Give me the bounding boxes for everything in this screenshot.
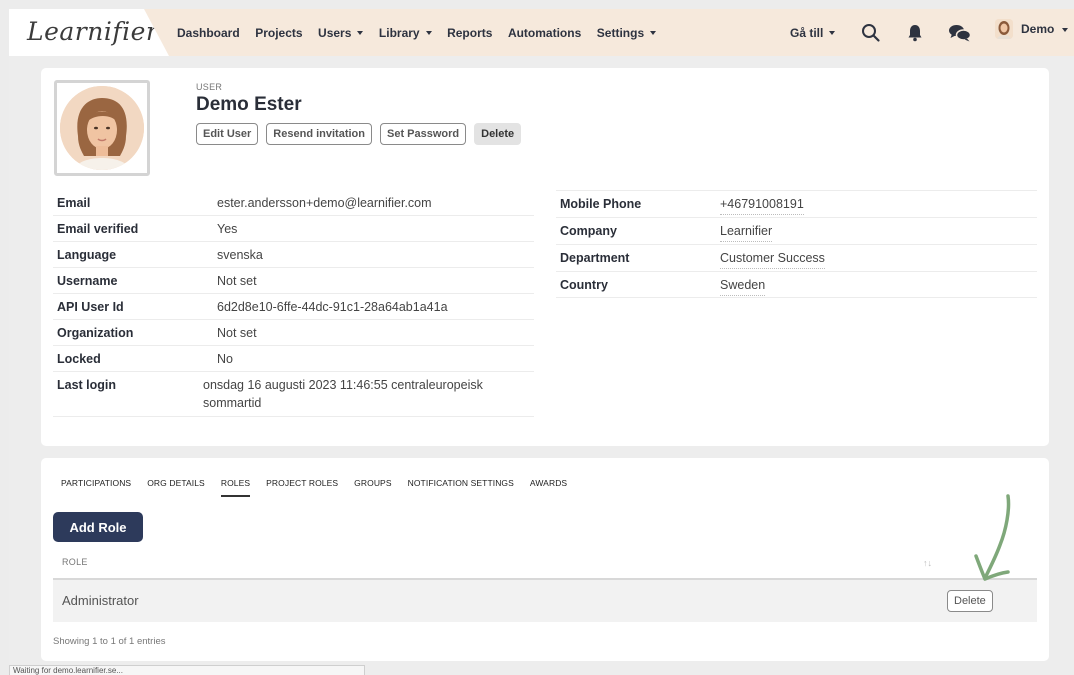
- user-menu[interactable]: Demo: [995, 19, 1069, 39]
- nav-dashboard[interactable]: Dashboard: [177, 26, 240, 40]
- detail-value: onsdag 16 augusti 2023 11:46:55 centrale…: [203, 378, 483, 410]
- resend-invitation-button[interactable]: Resend invitation: [266, 123, 372, 145]
- nav-automations[interactable]: Automations: [508, 26, 581, 40]
- detail-row-department: Department Customer Success: [556, 244, 1037, 271]
- nav-library[interactable]: Library: [379, 26, 432, 40]
- profile-photo-frame: [54, 80, 150, 176]
- detail-row-language: Language svenska: [53, 242, 534, 268]
- nav-library-label: Library: [378, 25, 420, 40]
- detail-label: Organization: [57, 326, 134, 340]
- chevron-down-icon: [829, 31, 836, 35]
- detail-row-locked: Locked No: [53, 346, 534, 372]
- chevron-down-icon: [1062, 27, 1069, 32]
- delete-role-button[interactable]: Delete: [947, 590, 993, 612]
- detail-row-email-verified: Email verified Yes: [53, 216, 534, 242]
- editable-detail-value[interactable]: Learnifier: [720, 222, 773, 242]
- add-role-button[interactable]: Add Role: [53, 512, 143, 542]
- table-row: Administrator Delete: [53, 580, 1037, 622]
- avatar: [995, 19, 1013, 39]
- user-profile-card: USER Demo Ester Edit User Resend invitat…: [41, 68, 1049, 446]
- nav-settings[interactable]: Settings: [596, 25, 657, 40]
- nav-right: Gå till: [790, 9, 836, 56]
- editable-detail-value[interactable]: Customer Success: [720, 249, 825, 269]
- chevron-down-icon: [357, 31, 364, 35]
- chevron-down-icon: [425, 31, 432, 35]
- detail-row-last-login: Last login onsdag 16 augusti 2023 11:46:5…: [53, 372, 534, 417]
- nav-settings-label: Settings: [596, 25, 645, 40]
- nav-automations-label: Automations: [507, 25, 582, 40]
- user-details-left: Email ester.andersson+demo@learnifier.com…: [53, 190, 534, 417]
- tab-bar: PARTICIPATIONS ORG DETAILS ROLES PROJECT…: [61, 478, 583, 497]
- set-password-button[interactable]: Set Password: [379, 123, 467, 145]
- detail-label: Mobile Phone: [560, 197, 642, 211]
- top-nav-bar: Learnifier Dashboard Projects Users Libr…: [9, 9, 1074, 56]
- sort-icon[interactable]: ↑↓: [923, 558, 932, 568]
- tab-project-roles[interactable]: PROJECT ROLES: [266, 478, 338, 497]
- section-label: USER: [196, 82, 223, 92]
- nav-dashboard-label: Dashboard: [177, 25, 240, 40]
- goto-label: Gå till: [790, 25, 824, 40]
- detail-row-company: Company Learnifier: [556, 217, 1037, 244]
- editable-detail-value[interactable]: +46791008191: [720, 195, 804, 215]
- nav-projects-label: Projects: [255, 25, 303, 40]
- user-menu-label: Demo: [1021, 22, 1055, 36]
- detail-row-mobile-phone: Mobile Phone +46791008191: [556, 190, 1037, 217]
- table-info: Showing 1 to 1 of 1 entries: [53, 636, 166, 647]
- nav-users-label: Users: [318, 25, 352, 40]
- user-tabs-card: PARTICIPATIONS ORG DETAILS ROLES PROJECT…: [41, 458, 1049, 661]
- detail-row-username: Username Not set: [53, 268, 534, 294]
- delete-user-button[interactable]: Delete: [474, 123, 522, 145]
- detail-label: Locked: [57, 352, 101, 366]
- detail-value: 6d2d8e10-6ffe-44dc-91c1-28a64ab1a41a: [217, 300, 448, 314]
- chat-icon[interactable]: [947, 22, 973, 44]
- detail-label: Department: [560, 251, 630, 265]
- detail-label: Email: [57, 196, 91, 210]
- role-cell: Administrator: [62, 593, 139, 608]
- learnifier-logo[interactable]: Learnifier: [27, 17, 158, 46]
- goto-menu[interactable]: Gå till: [790, 25, 836, 40]
- tab-groups[interactable]: GROUPS: [354, 478, 391, 497]
- bell-icon[interactable]: [904, 22, 926, 44]
- column-header-role[interactable]: ROLE: [62, 557, 88, 567]
- detail-value: Not set: [217, 274, 257, 288]
- page-title: Demo Ester: [196, 94, 302, 115]
- detail-value: svenska: [217, 248, 263, 262]
- detail-value: Yes: [217, 222, 238, 236]
- main-nav: Dashboard Projects Users Library Reports…: [177, 9, 672, 56]
- editable-detail-value[interactable]: Sweden: [720, 276, 766, 296]
- tab-awards[interactable]: AWARDS: [530, 478, 567, 497]
- tab-notification-settings[interactable]: NOTIFICATION SETTINGS: [408, 478, 514, 497]
- tab-org-details[interactable]: ORG DETAILS: [147, 478, 205, 497]
- tab-participations[interactable]: PARTICIPATIONS: [61, 478, 131, 497]
- detail-row-api-user-id: API User Id 6d2d8e10-6ffe-44dc-91c1-28a64…: [53, 294, 534, 320]
- detail-row-email: Email ester.andersson+demo@learnifier.com: [53, 190, 534, 216]
- detail-label: Last login: [57, 378, 117, 392]
- nav-projects[interactable]: Projects: [255, 26, 302, 40]
- detail-label: API User Id: [57, 300, 124, 314]
- profile-actions: Edit User Resend invitation Set Password…: [196, 123, 522, 145]
- detail-label: Country: [560, 278, 608, 292]
- detail-label: Language: [57, 248, 117, 262]
- edit-user-button[interactable]: Edit User: [196, 123, 259, 145]
- detail-label: Username: [57, 274, 118, 288]
- detail-label: Email verified: [57, 222, 139, 236]
- nav-reports[interactable]: Reports: [447, 26, 492, 40]
- detail-value: ester.andersson+demo@learnifier.com: [217, 196, 432, 210]
- detail-label: Company: [560, 224, 617, 238]
- tab-roles[interactable]: ROLES: [220, 478, 251, 497]
- detail-value: Not set: [217, 326, 257, 340]
- annotation-arrow-icon: [974, 494, 1011, 581]
- avatar: [60, 86, 144, 170]
- browser-status-bar: Waiting for demo.learnifier.se...: [9, 665, 365, 675]
- detail-row-organization: Organization Not set: [53, 320, 534, 346]
- nav-users[interactable]: Users: [318, 25, 364, 40]
- logo-area: Learnifier: [9, 9, 169, 56]
- user-details-right: Mobile Phone +46791008191 Company Learnifi…: [556, 190, 1037, 298]
- nav-reports-label: Reports: [447, 25, 493, 40]
- detail-value: No: [217, 352, 233, 366]
- detail-row-country: Country Sweden: [556, 271, 1037, 298]
- search-icon[interactable]: [860, 22, 882, 44]
- chevron-down-icon: [650, 31, 657, 35]
